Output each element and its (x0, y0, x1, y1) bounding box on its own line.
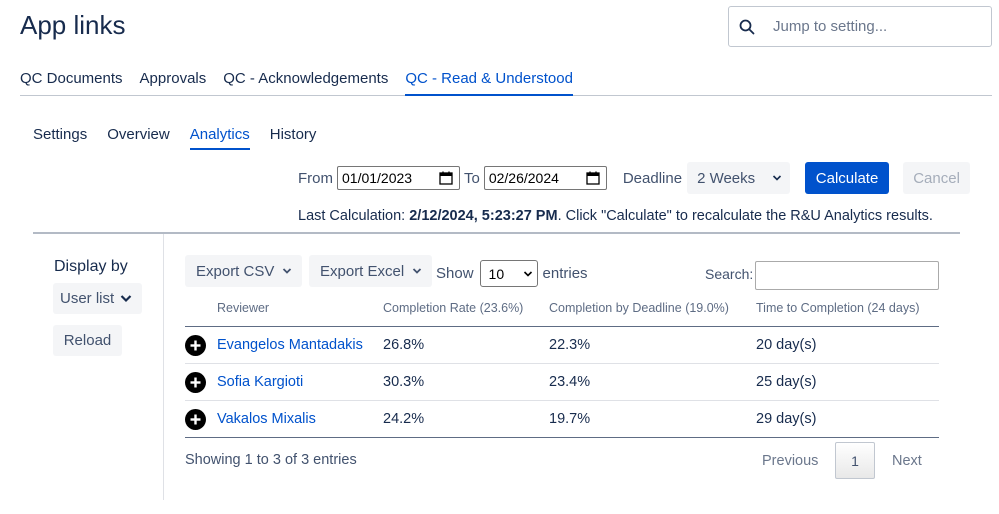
chevron-down-icon (283, 268, 292, 274)
from-label: From (298, 169, 333, 187)
table-header: Reviewer Completion Rate (23.6%) Complet… (185, 296, 939, 327)
from-date-input[interactable]: 01/01/2023 (337, 166, 460, 190)
time-to-completion-cell: 29 day(s) (756, 411, 817, 427)
entries-value: 10 (488, 265, 505, 282)
export-excel-label: Export Excel (320, 262, 405, 280)
entries-control: Show 10 entries (436, 260, 588, 287)
tab-qc-acknowledgements[interactable]: QC - Acknowledgements (223, 70, 388, 96)
calendar-icon (586, 171, 600, 185)
tab-analytics[interactable]: Analytics (189, 126, 250, 150)
show-label: Show (436, 265, 474, 282)
deadline-label: Deadline (622, 169, 683, 187)
to-date-value: 02/26/2024 (488, 170, 559, 186)
calendar-icon (439, 171, 453, 185)
time-to-completion-cell: 20 day(s) (756, 337, 817, 353)
table-search-input[interactable] (755, 261, 939, 290)
time-to-completion-cell: 25 day(s) (756, 374, 817, 390)
last-calc-timestamp: 2/12/2024, 5:23:27 PM (409, 208, 558, 224)
completion-deadline-cell: 23.4% (549, 374, 591, 390)
chevron-down-icon (772, 175, 782, 181)
display-by-dropdown[interactable]: User list (53, 283, 142, 314)
from-date-value: 01/01/2023 (342, 170, 413, 186)
chevron-down-icon (120, 295, 132, 303)
reviewer-link[interactable]: Evangelos Mantadakis (217, 337, 363, 353)
calculate-button[interactable]: Calculate (805, 162, 890, 194)
tab-settings[interactable]: Settings (33, 126, 87, 150)
table-search-label: Search: (705, 266, 754, 282)
settings-search[interactable] (728, 6, 992, 47)
pagination-previous[interactable]: Previous (762, 453, 818, 469)
reviewer-link[interactable]: Vakalos Mixalis (217, 411, 316, 427)
col-reviewer[interactable]: Reviewer (217, 301, 269, 315)
reload-button[interactable]: Reload (53, 325, 122, 356)
completion-rate-cell: 26.8% (383, 337, 425, 353)
main-tabs: QC Documents Approvals QC - Acknowledgem… (20, 70, 999, 98)
table-row: Evangelos Mantadakis 26.8% 22.3% 20 day(… (185, 327, 939, 364)
entries-select[interactable]: 10 (479, 260, 538, 287)
last-calc-prefix: Last Calculation: (298, 208, 410, 224)
calculation-controls: From 01/01/2023 To 02/26/2024 Deadline 2… (298, 162, 971, 194)
export-csv-label: Export CSV (196, 262, 275, 280)
search-icon (739, 19, 755, 34)
completion-rate-cell: 30.3% (383, 374, 425, 390)
tab-overview[interactable]: Overview (107, 126, 170, 150)
to-label: To (464, 169, 480, 187)
completion-deadline-cell: 22.3% (549, 337, 591, 353)
display-by-value: User list (60, 290, 115, 307)
completion-deadline-cell: 19.7% (549, 411, 591, 427)
tab-qc-documents[interactable]: QC Documents (20, 70, 123, 96)
table-row: Sofia Kargioti 30.3% 23.4% 25 day(s) (185, 364, 939, 401)
entries-label: entries (542, 265, 588, 282)
completion-rate-cell: 24.2% (383, 411, 425, 427)
expand-row-icon[interactable] (185, 409, 206, 430)
display-by-label: Display by (54, 258, 128, 275)
sub-tabs: Settings Overview Analytics History (33, 126, 336, 150)
expand-row-icon[interactable] (185, 335, 206, 356)
sidebar-divider (163, 234, 164, 500)
pagination-next[interactable]: Next (892, 453, 922, 469)
search-input[interactable] (773, 18, 973, 35)
chevron-down-icon (413, 268, 422, 274)
col-time-to-completion[interactable]: Time to Completion (24 days) (756, 301, 920, 315)
tab-approvals[interactable]: Approvals (140, 70, 207, 96)
pagination-page[interactable]: 1 (835, 442, 875, 479)
table-info: Showing 1 to 3 of 3 entries (185, 452, 357, 468)
col-completion-rate[interactable]: Completion Rate (23.6%) (383, 301, 523, 315)
export-excel-button[interactable]: Export Excel (309, 255, 433, 287)
to-date-input[interactable]: 02/26/2024 (483, 166, 607, 190)
chevron-down-icon (523, 270, 532, 277)
col-completion-deadline[interactable]: Completion by Deadline (19.0%) (549, 301, 729, 315)
expand-row-icon[interactable] (185, 372, 206, 393)
tab-qc-read-understood[interactable]: QC - Read & Understood (405, 70, 573, 96)
reviewer-link[interactable]: Sofia Kargioti (217, 374, 303, 390)
last-calc-suffix: . Click "Calculate" to recalculate the R… (557, 208, 933, 224)
deadline-value: 2 Weeks (697, 169, 756, 187)
page-title: App links (20, 10, 126, 40)
export-csv-button[interactable]: Export CSV (185, 255, 303, 287)
last-calculation-info: Last Calculation: 2/12/2024, 5:23:27 PM.… (298, 208, 933, 224)
table-row: Vakalos Mixalis 24.2% 19.7% 29 day(s) (185, 401, 939, 438)
tab-history[interactable]: History (270, 126, 317, 150)
cancel-button[interactable]: Cancel (903, 162, 971, 194)
section-divider (33, 232, 960, 234)
deadline-select[interactable]: 2 Weeks (687, 162, 791, 194)
